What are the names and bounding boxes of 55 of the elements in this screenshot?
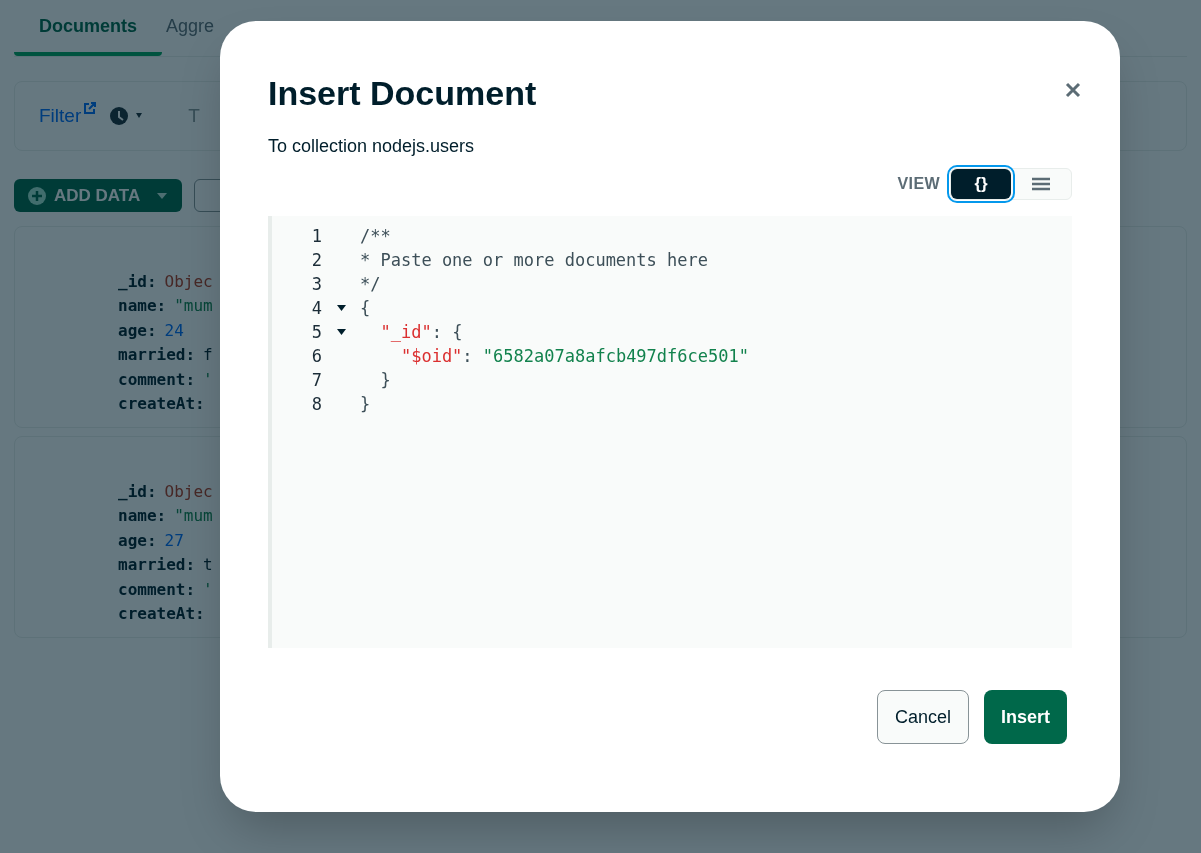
line-number: 4 [310,297,322,320]
caret-icon [156,191,169,200]
field-value: ' [203,368,213,391]
view-label: VIEW [897,174,940,194]
code-line: "_id": { [379,321,463,344]
line-number: 3 [310,273,322,296]
code-line: * Paste one or more documents here [360,249,708,272]
code-editor[interactable]: 1 /** 2 * Paste one or more documents here 3 */ 4 { 5 "_id": { 6 "$oid": "6582a07a8afcb497df6ce501" 7 } 8 } [268,216,1072,648]
fold-caret-icon[interactable] [336,328,346,336]
list-icon [1032,177,1050,191]
code-line: "$oid": "6582a07a8afcb497df6ce501" [399,345,749,368]
field-key: name: [118,294,167,319]
line-number: 2 [310,249,322,272]
code-line: } [379,369,391,392]
external-link-icon [83,101,97,115]
filter-link[interactable]: Filter [39,101,97,131]
field-key: createAt: [118,392,205,417]
field-key: married: [118,553,196,578]
field-value: "mum [174,505,213,528]
field-value: f [203,344,213,367]
code-line: */ [360,273,381,296]
add-data-button[interactable]: ADD DATA [14,179,183,212]
code-line: /** [360,225,391,248]
dialog-title: Insert Document [268,73,538,113]
field-value: Objec [164,271,213,293]
field-value: "mum [174,295,213,318]
fold-caret-icon[interactable] [336,304,346,312]
dialog-subtitle: To collection nodejs.users [268,135,476,158]
tab[interactable]: Documents [14,1,162,56]
field-key: comment: [118,367,196,393]
insert-button[interactable]: Insert [983,690,1067,744]
line-number: 7 [310,369,322,392]
close-icon[interactable] [1064,81,1082,99]
field-value: t [203,554,213,577]
plus-circle-icon [28,186,46,205]
code-line: } [360,393,371,416]
field-value: ' [203,578,213,601]
field-key: age: [118,318,157,344]
field-key: married: [118,343,196,368]
line-number: 1 [310,225,322,248]
line-number: 5 [310,321,322,344]
field-key: comment: [118,577,196,603]
tab[interactable]: Aggre [162,1,219,56]
field-key: _id: [118,270,157,295]
line-number: 6 [310,345,322,368]
field-value: 27 [164,529,184,552]
field-key: _id: [118,480,157,505]
field-value: Objec [164,481,213,503]
line-number: 8 [310,393,322,416]
field-key: name: [118,504,167,529]
cancel-button[interactable]: Cancel [876,690,969,744]
field-key: createAt: [118,602,205,627]
code-line: { [360,297,371,320]
field-key: age: [118,528,157,554]
field-value: 24 [164,319,184,342]
